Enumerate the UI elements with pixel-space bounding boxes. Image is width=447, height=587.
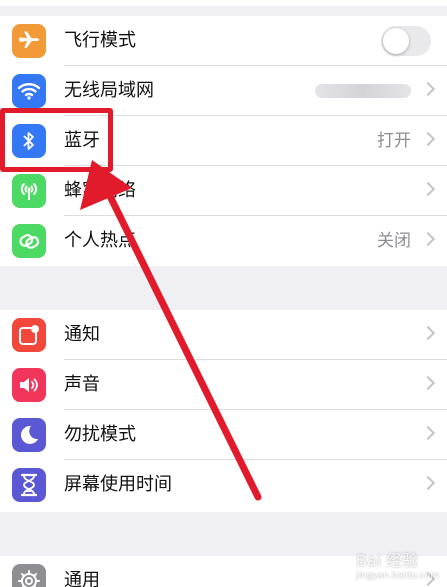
- hotspot-link-icon: [12, 224, 46, 258]
- airplane-mode-label: 飞行模式: [64, 30, 136, 51]
- top-group-remnant: [0, 0, 447, 6]
- gear-icon: [12, 564, 46, 587]
- toggle-knob: [383, 28, 409, 54]
- wifi-network-name-blurred: [315, 84, 411, 98]
- wifi-icon: [12, 74, 46, 108]
- hotspot-row[interactable]: 个人热点 关闭: [0, 216, 447, 266]
- screen-time-row[interactable]: 屏幕使用时间: [0, 460, 447, 510]
- screen-time-label: 屏幕使用时间: [64, 474, 172, 495]
- hourglass-icon: [12, 468, 46, 502]
- notifications-icon: [12, 318, 46, 352]
- hotspot-label: 个人热点: [64, 230, 136, 251]
- chevron-right-icon: [420, 475, 436, 491]
- chevron-right-icon: [420, 231, 436, 247]
- airplane-mode-toggle[interactable]: [381, 26, 431, 56]
- do-not-disturb-label: 勿扰模式: [64, 424, 136, 445]
- notifications-group: 通知 声音 勿扰模式 屏幕使用时间: [0, 310, 447, 512]
- chevron-right-icon: [420, 81, 436, 97]
- chevron-right-icon: [420, 425, 436, 441]
- notifications-label: 通知: [64, 324, 100, 345]
- do-not-disturb-row[interactable]: 勿扰模式: [0, 410, 447, 460]
- moon-icon: [12, 418, 46, 452]
- chevron-right-icon: [420, 375, 436, 391]
- general-label: 通用: [64, 570, 100, 587]
- chevron-right-icon: [420, 131, 436, 147]
- chevron-right-icon: [420, 325, 436, 341]
- notifications-row[interactable]: 通知: [0, 310, 447, 360]
- watermark-text: Bai 经验: [355, 551, 419, 570]
- hotspot-status: 关闭: [377, 231, 411, 251]
- airplane-icon: [12, 24, 46, 58]
- speaker-icon: [12, 368, 46, 402]
- sounds-label: 声音: [64, 374, 100, 395]
- sounds-row[interactable]: 声音: [0, 360, 447, 410]
- cellular-row[interactable]: 蜂窝网络: [0, 166, 447, 216]
- cellular-antenna-icon: [12, 174, 46, 208]
- cellular-label: 蜂窝网络: [64, 180, 136, 201]
- watermark-url: jingyan.baidu.com: [355, 571, 439, 581]
- airplane-mode-row[interactable]: 飞行模式: [0, 16, 447, 66]
- highlight-box-bluetooth: [0, 108, 113, 172]
- chevron-right-icon: [420, 181, 436, 197]
- baidu-jingyan-watermark: Bai 经验 jingyan.baidu.com: [356, 547, 439, 581]
- bluetooth-status: 打开: [377, 131, 411, 151]
